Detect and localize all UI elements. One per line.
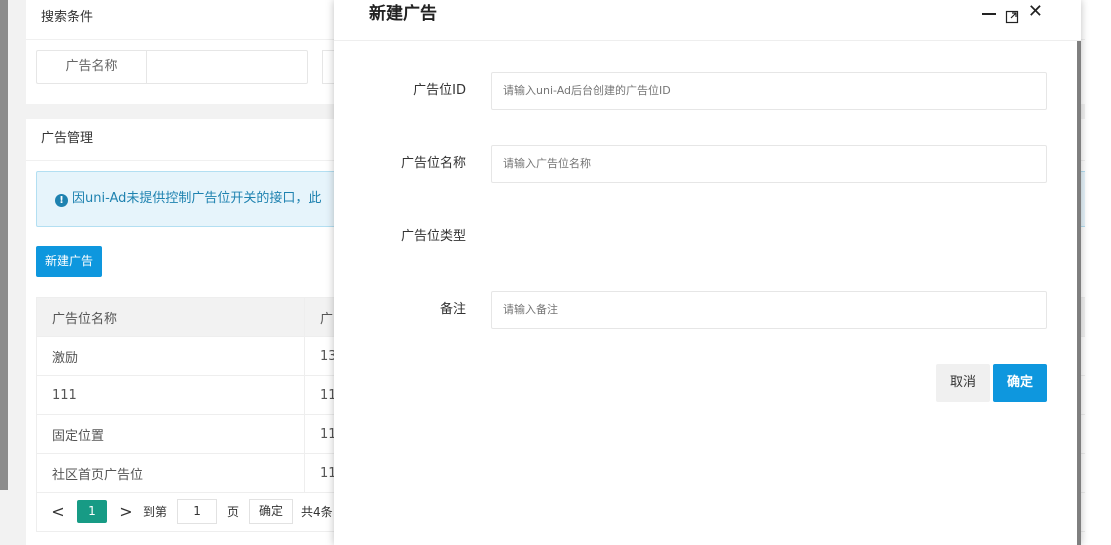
ad-slot-type-label: 广告位类型	[400, 229, 466, 244]
modal-title-bar: 新建广告 ✕	[334, 0, 1081, 41]
new-ad-modal: 新建广告 ✕ 广告位ID 请输入uni-Ad后台创建的广告位ID 广告位名称 请…	[334, 0, 1081, 545]
remark-input[interactable]: 请输入备注	[491, 291, 1047, 329]
confirm-button[interactable]: 确定	[993, 364, 1047, 402]
left-sidebar-edge	[0, 0, 8, 490]
modal-title: 新建广告	[369, 4, 437, 24]
next-page-icon[interactable]: >	[115, 502, 137, 521]
table-cell: 社区首页广告位	[36, 453, 305, 493]
cancel-button[interactable]: 取消	[936, 364, 990, 402]
goto-page-input[interactable]: 1	[177, 499, 218, 524]
ad-name-label: 广告名称	[36, 50, 146, 84]
form-row-remark: 备注 请输入备注	[334, 291, 1081, 329]
modal-controls: ✕	[981, 3, 1043, 24]
total-count: 共4条	[301, 505, 333, 519]
ad-name-input[interactable]	[146, 50, 308, 84]
close-icon[interactable]: ✕	[1028, 3, 1043, 21]
table-cell: 固定位置	[36, 414, 305, 454]
ad-slot-name-input[interactable]: 请输入广告位名称	[491, 145, 1047, 183]
info-icon: !	[55, 194, 68, 207]
right-page-strip	[1085, 0, 1111, 545]
ad-slot-id-input[interactable]: 请输入uni-Ad后台创建的广告位ID	[491, 72, 1047, 110]
prev-page-icon[interactable]: <	[47, 502, 69, 521]
goto-confirm-button[interactable]: 确定	[249, 499, 294, 524]
ad-slot-id-label: 广告位ID	[413, 83, 466, 98]
maximize-icon[interactable]	[1005, 5, 1019, 24]
current-page-button[interactable]: 1	[77, 500, 107, 523]
form-row-ad-slot-type: 广告位类型	[334, 218, 1081, 256]
table-cell: 激励	[36, 336, 305, 376]
ad-slot-name-label: 广告位名称	[400, 156, 466, 171]
page-unit-label: 页	[227, 505, 240, 519]
minimize-icon[interactable]	[981, 13, 996, 15]
goto-label: 到第	[143, 505, 168, 519]
new-ad-button[interactable]: 新建广告	[36, 246, 103, 277]
form-row-ad-slot-name: 广告位名称 请输入广告位名称	[334, 145, 1081, 183]
column-header: 广告位名称	[36, 297, 305, 337]
form-row-ad-slot-id: 广告位ID 请输入uni-Ad后台创建的广告位ID	[334, 72, 1081, 110]
table-cell: 111	[36, 375, 305, 415]
notice-text: 因uni-Ad未提供控制广告位开关的接口，此	[72, 191, 322, 206]
modal-scrollbar[interactable]	[1077, 41, 1081, 545]
remark-label: 备注	[439, 302, 466, 317]
